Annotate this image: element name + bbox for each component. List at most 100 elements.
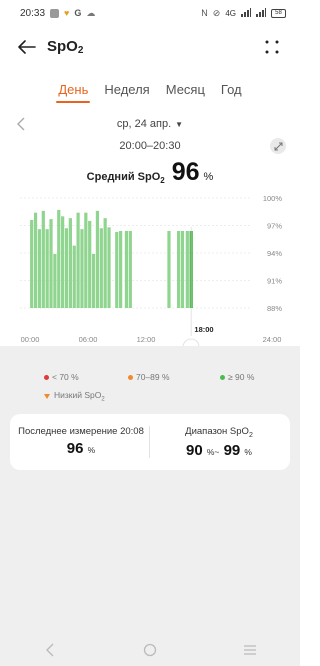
chart-bar[interactable] <box>167 231 171 308</box>
chart-bar[interactable] <box>45 229 49 308</box>
mute-icon: ⊘ <box>212 7 221 18</box>
date-navigator: ср, 24 апр. ▼ <box>0 115 300 135</box>
y-tick-label: 97% <box>267 222 282 231</box>
cloud-icon: ☁ <box>86 7 96 18</box>
chart-bar[interactable] <box>128 231 132 308</box>
legend-green-label: ≥ 90 % <box>228 372 255 382</box>
y-tick-label: 100% <box>263 194 283 203</box>
caret-down-icon: ▼ <box>175 120 184 129</box>
average-value: 96 <box>171 158 200 186</box>
spo2-chart[interactable]: 100% 97% 94% 91% 88% 00:00 06:00 12:00 18:00 24:0… <box>0 190 300 350</box>
chart-bar[interactable] <box>180 231 185 308</box>
nav-back-button[interactable] <box>40 640 60 660</box>
period-tabs: День Неделя Месяц Год <box>0 82 300 103</box>
chart-bar[interactable] <box>124 231 129 308</box>
status-bar: 20:33 ♥ G ☁ N ⊘ 4G 58 <box>0 0 300 26</box>
date-label: ср, 24 апр. <box>116 118 172 130</box>
chart-bar[interactable] <box>80 229 84 308</box>
heart-icon: ♥ <box>64 8 70 18</box>
chart-bar[interactable] <box>37 229 42 308</box>
average-row: Средний SpO2 96 % <box>0 158 300 187</box>
chart-bar[interactable] <box>76 212 80 308</box>
chart-bar[interactable] <box>91 253 96 308</box>
average-unit: % <box>203 171 214 183</box>
legend-green: ≥ 90 % <box>220 372 254 382</box>
range-label: Диапазон SpO2 <box>156 426 282 439</box>
range-label-main: Диапазон SpO <box>185 426 249 437</box>
legend-low-sub: 2 <box>101 396 105 403</box>
chart-bar[interactable] <box>177 231 181 308</box>
legend-low-label: Низкий SpO2 <box>54 390 105 403</box>
chart-bar[interactable] <box>84 212 88 308</box>
red-dot-icon <box>44 374 49 380</box>
google-icon: G <box>74 8 82 18</box>
last-measurement-label: Последнее измерение 20:08 <box>18 426 144 437</box>
legend-red-label: < 70 % <box>52 372 79 382</box>
arrow-left-icon <box>18 40 36 54</box>
nav-menu-icon <box>244 644 256 655</box>
chart-bar[interactable] <box>115 231 119 308</box>
system-nav-bar <box>0 633 300 666</box>
battery-icon: 58 <box>271 8 286 18</box>
tab-day[interactable]: День <box>56 82 91 103</box>
chart-bar[interactable] <box>107 227 111 308</box>
zoom-button[interactable] <box>270 138 286 154</box>
spo2-range: Диапазон SpO2 90 %~ 99 % <box>156 426 282 459</box>
nav-home-icon <box>143 643 157 656</box>
x-tick-label: 12:00 <box>137 335 156 344</box>
chart-bar[interactable] <box>57 209 61 308</box>
x-tick-label: 24:00 <box>263 335 282 344</box>
chart-bar[interactable] <box>30 220 34 308</box>
status-time: 20:33 <box>20 7 46 19</box>
legend-red: < 70 % <box>44 372 79 382</box>
date-picker[interactable]: ср, 24 апр. ▼ <box>0 118 300 130</box>
x-tick-label: 06:00 <box>79 335 98 344</box>
app-bar: SpO2 <box>0 30 300 66</box>
chart-bar[interactable] <box>53 253 57 308</box>
tab-week[interactable]: Неделя <box>102 82 151 103</box>
y-tick-label: 94% <box>267 249 282 258</box>
network-label: 4G <box>225 8 236 18</box>
title-main: SpO <box>47 38 78 55</box>
summary-card: Последнее измерение 20:08 96 % Диапазон … <box>10 414 290 470</box>
chart-bar[interactable] <box>61 216 65 308</box>
legend-orange: 70–89 % <box>128 372 170 382</box>
range-max: 99 <box>223 441 241 459</box>
chart-bar[interactable] <box>119 231 123 308</box>
nfc-icon: N <box>201 8 208 18</box>
chart-bar[interactable] <box>95 210 100 308</box>
more-button[interactable] <box>264 39 280 55</box>
chart-bar[interactable] <box>64 228 69 308</box>
message-icon <box>50 8 60 18</box>
range-value-row: 90 %~ 99 % <box>156 442 282 459</box>
last-measurement-value: 96 <box>66 440 84 457</box>
chart-bar[interactable] <box>49 219 53 308</box>
y-tick-label: 91% <box>267 277 282 286</box>
legend-low-main: Низкий SpO <box>54 390 102 400</box>
range-unit: % <box>244 446 252 457</box>
card-divider <box>149 426 150 458</box>
grid-dots-icon <box>265 40 279 54</box>
last-measurement-unit: % <box>87 445 96 455</box>
tab-year[interactable]: Год <box>219 82 244 103</box>
chart-bar[interactable] <box>68 218 72 308</box>
nav-menu-button[interactable] <box>240 640 260 660</box>
chart-bar[interactable] <box>72 245 76 308</box>
chart-bar[interactable] <box>103 218 107 308</box>
y-tick-label: 88% <box>267 304 282 313</box>
status-left: 20:33 ♥ G ☁ <box>20 8 95 19</box>
back-button[interactable] <box>16 36 38 58</box>
nav-home-button[interactable] <box>140 640 160 660</box>
legend: < 70 % 70–89 % ≥ 90 % <box>0 372 300 386</box>
green-dot-icon <box>220 374 225 380</box>
chart-bar[interactable] <box>99 228 103 308</box>
tab-month[interactable]: Месяц <box>164 82 207 103</box>
x-tick-label: 00:00 <box>21 335 40 344</box>
average-label: Средний SpO2 <box>87 171 165 185</box>
page-title: SpO2 <box>47 38 83 56</box>
chart-bar[interactable] <box>88 220 92 308</box>
chart-bar[interactable] <box>33 212 38 308</box>
time-range: 20:00–20:30 <box>119 140 181 152</box>
chart-bar[interactable] <box>41 210 45 308</box>
chart-bar[interactable] <box>185 231 189 308</box>
